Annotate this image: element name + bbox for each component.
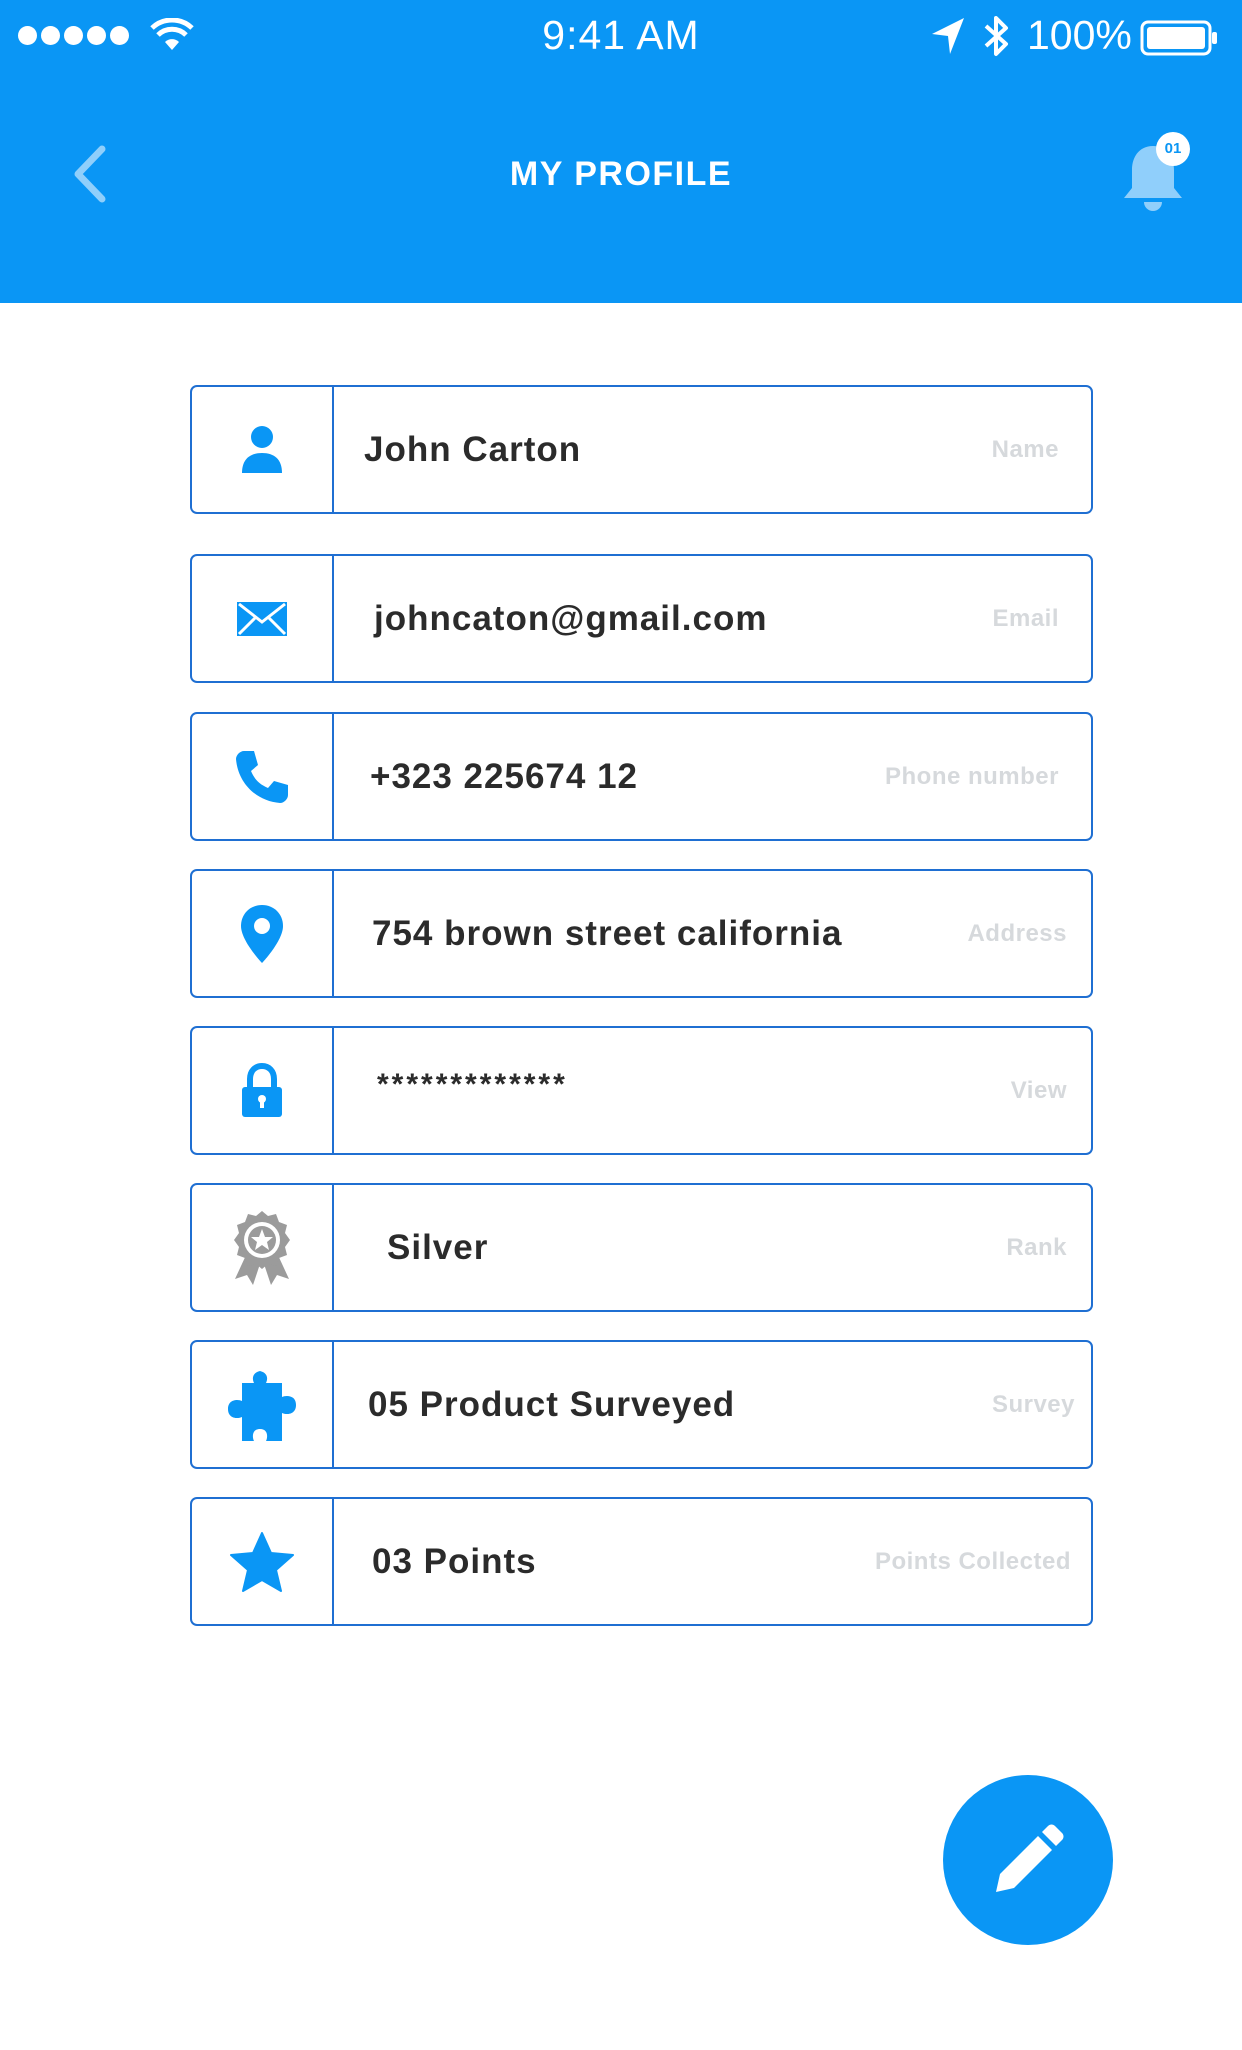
- phone-label: Phone number: [884, 763, 1059, 790]
- page-title: MY PROFILE: [509, 155, 733, 193]
- person-icon: [242, 425, 282, 473]
- survey-label: Survey: [991, 1391, 1075, 1418]
- points-label: Points Collected: [874, 1548, 1071, 1575]
- battery-icon: [1140, 20, 1217, 56]
- app-header: 9:41 AM 100% MY PROFILE 01: [0, 0, 1242, 303]
- points-icon-box: [192, 1499, 334, 1624]
- edit-profile-button[interactable]: [943, 1775, 1113, 1945]
- phone-icon: [236, 750, 288, 803]
- name-field[interactable]: John Carton Name: [190, 385, 1093, 514]
- name-label: Name: [991, 436, 1059, 463]
- rank-label: Rank: [1006, 1234, 1067, 1261]
- address-field[interactable]: 754 brown street california Address: [190, 869, 1093, 998]
- points-value: 03 Points: [372, 1542, 537, 1581]
- battery-percentage: 100%: [1027, 12, 1132, 58]
- email-value: johncaton@gmail.com: [374, 599, 768, 638]
- lock-icon: [242, 1062, 282, 1117]
- notification-badge: 01: [1156, 132, 1190, 166]
- star-icon: [230, 1531, 294, 1592]
- phone-value: +323 225674 12: [370, 757, 639, 796]
- address-value: 754 brown street california: [372, 914, 843, 953]
- name-icon-box: [192, 387, 334, 512]
- location-pin-icon: [241, 904, 283, 963]
- address-icon-box: [192, 871, 334, 996]
- bluetooth-icon: [984, 16, 1008, 56]
- email-icon-box: [192, 556, 334, 681]
- award-ribbon-icon: [234, 1210, 290, 1285]
- password-value: *************: [377, 1068, 568, 1101]
- address-label: Address: [967, 920, 1067, 947]
- email-label: Email: [992, 605, 1059, 632]
- mail-icon: [237, 601, 287, 636]
- location-arrow-icon: [932, 18, 964, 54]
- points-field[interactable]: 03 Points Points Collected: [190, 1497, 1093, 1626]
- survey-field[interactable]: 05 Product Surveyed Survey: [190, 1340, 1093, 1469]
- rank-icon-box: [192, 1185, 334, 1310]
- rank-field[interactable]: Silver Rank: [190, 1183, 1093, 1312]
- survey-icon-box: [192, 1342, 334, 1467]
- pencil-icon: [996, 1824, 1064, 1892]
- puzzle-piece-icon: [228, 1370, 296, 1441]
- password-field[interactable]: ************* View: [190, 1026, 1093, 1155]
- name-value: John Carton: [364, 430, 582, 469]
- rank-value: Silver: [387, 1228, 489, 1267]
- survey-value: 05 Product Surveyed: [368, 1385, 736, 1424]
- status-bar: 9:41 AM 100%: [0, 0, 1242, 74]
- phone-icon-box: [192, 714, 334, 839]
- password-icon-box: [192, 1028, 334, 1153]
- password-view-link[interactable]: View: [1011, 1028, 1067, 1153]
- phone-field[interactable]: +323 225674 12 Phone number: [190, 712, 1093, 841]
- email-field[interactable]: johncaton@gmail.com Email: [190, 554, 1093, 683]
